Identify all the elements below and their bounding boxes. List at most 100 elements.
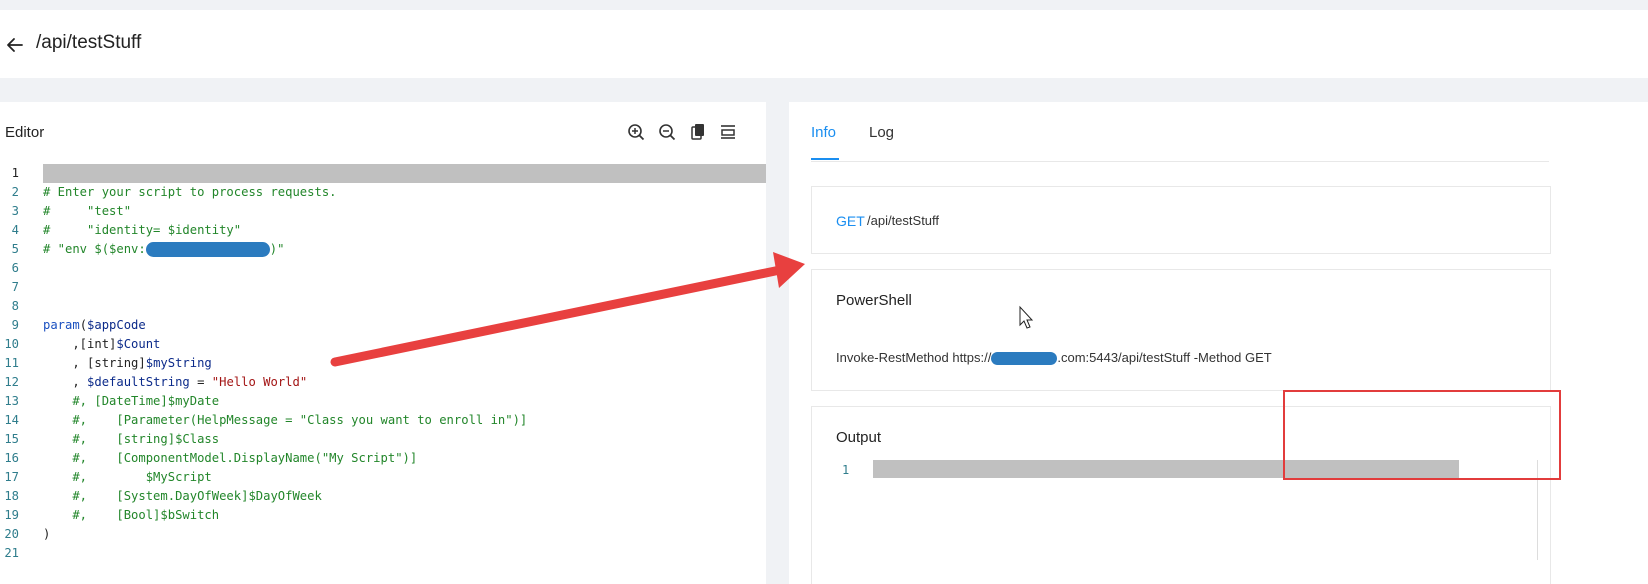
code-token: #, [Bool]$bSwitch [43,508,220,522]
redacted-host [991,352,1058,366]
line-source: # "env $($env: )" [43,240,284,259]
code-line[interactable]: 3 # "test" [0,202,766,221]
code-token: # "test" [43,204,132,218]
line-number: 9 [11,318,19,332]
tab-log[interactable]: Log [869,124,894,141]
code-token: # Enter your script to process requests. [43,185,337,199]
line-source: ,[int]$Count [43,335,160,354]
line-source: param($appCode [43,316,146,335]
code-token: #, [string]$Class [43,432,220,446]
line-number: 2 [11,185,19,199]
line-number: 21 [4,546,19,560]
code-line[interactable]: 20) [0,525,766,544]
code-line[interactable]: 10 ,[int]$Count [0,335,766,354]
line-number: 7 [11,280,19,294]
code-token: param [43,318,80,332]
line-number: 8 [11,299,19,313]
line-number: 11 [4,356,19,370]
powershell-title: PowerShell [836,292,912,309]
code-line[interactable]: 18 #, [System.DayOfWeek]$DayOfWeek [0,487,766,506]
code-token: #, [System.DayOfWeek]$DayOfWeek [43,489,322,503]
output-line-number: 1 [842,463,850,477]
line-source: #, $MyScript [43,468,212,487]
code-token: $myString [145,356,212,370]
powershell-card: PowerShell Invoke-RestMethod https://.co… [811,269,1551,391]
code-line[interactable]: 4 # "identity= $identity" [0,221,766,240]
line-number: 10 [4,337,19,351]
code-token: #, [ComponentModel.DisplayName("My Scrip… [43,451,418,465]
line-source: ) [43,525,50,544]
code-token: ) [43,527,51,541]
endpoint-path: /api/testStuff [867,213,940,228]
current-line-highlight [43,164,766,183]
code-token: # "env $($env: [43,242,146,256]
code-token: $defaultString [87,375,190,389]
code-line[interactable]: 8 [0,297,766,316]
line-number: 15 [4,432,19,446]
code-line[interactable]: 11 , [string]$myString [0,354,766,373]
code-line[interactable]: 6 [0,259,766,278]
code-token: )" [269,242,285,256]
code-line[interactable]: 9 param($appCode [0,316,766,335]
line-number: 3 [11,204,19,218]
output-card: Output 1 [811,406,1551,584]
powershell-command: Invoke-RestMethod https://.com:5443/api/… [836,350,1272,366]
line-number: 6 [11,261,19,275]
code-line[interactable]: 5 # "env $($env: )" [0,240,766,259]
code-line[interactable]: 7 [0,278,766,297]
line-number: 1 [11,166,19,180]
tab-divider [811,161,1549,162]
line-source: # Enter your script to process requests. [43,183,337,202]
line-number: 16 [4,451,19,465]
line-number: 18 [4,489,19,503]
line-source: #, [Parameter(HelpMessage = "Class you w… [43,411,527,430]
code-line[interactable]: 19 #, [Bool]$bSwitch [0,506,766,525]
zoom-out-icon[interactable] [657,122,677,142]
code-token: , [string] [43,356,146,370]
line-number: 13 [4,394,19,408]
output-title: Output [836,429,882,446]
line-source: , [string]$myString [43,354,212,373]
line-source: #, [Bool]$bSwitch [43,506,219,525]
code-editor[interactable]: 1 2 # Enter your script to process request… [0,164,766,563]
active-tab-indicator [811,158,839,160]
code-line[interactable]: 14 #, [Parameter(HelpMessage = "Class yo… [0,411,766,430]
top-strip [0,0,1648,10]
code-line[interactable]: 2 # Enter your script to process requests… [0,183,766,202]
back-arrow-icon[interactable] [4,34,26,56]
code-token: #, $MyScript [43,470,212,484]
line-source: # "test" [43,202,131,221]
line-number: 4 [11,223,19,237]
line-source: #, [string]$Class [43,430,219,449]
code-token: "Hello World" [211,375,308,389]
code-line[interactable]: 1 [0,164,766,183]
line-number: 19 [4,508,19,522]
code-token: , [43,375,88,389]
code-token: $Count [116,337,161,351]
output-current-line[interactable] [873,460,1459,478]
format-icon[interactable] [718,122,738,142]
copy-icon[interactable] [688,122,708,142]
line-source: #, [ComponentModel.DisplayName("My Scrip… [43,449,417,468]
code-token: # "identity= $identity" [43,223,242,237]
code-token: ,[int] [43,337,117,351]
code-line[interactable]: 21 [0,544,766,563]
tab-info[interactable]: Info [811,124,836,141]
code-line[interactable]: 16 #, [ComponentModel.DisplayName("My Sc… [0,449,766,468]
code-token: = [189,375,212,389]
code-line[interactable]: 13 #, [DateTime]$myDate [0,392,766,411]
output-scrollbar[interactable] [1537,460,1538,560]
code-line[interactable]: 12 , $defaultString = "Hello World" [0,373,766,392]
zoom-in-icon[interactable] [626,122,646,142]
line-number: 5 [11,242,19,256]
code-token: #, [Parameter(HelpMessage = "Class you w… [43,413,528,427]
page-header: /api/testStuff [0,10,1648,78]
page-title: /api/testStuff [36,32,142,53]
line-source: # "identity= $identity" [43,221,241,240]
redacted-text [145,242,270,257]
line-source: #, [DateTime]$myDate [43,392,219,411]
editor-panel: Editor 1 2 # Enter your script to process … [0,102,766,584]
code-line[interactable]: 15 #, [string]$Class [0,430,766,449]
endpoint-card: GET /api/testStuff [811,186,1551,254]
code-line[interactable]: 17 #, $MyScript [0,468,766,487]
